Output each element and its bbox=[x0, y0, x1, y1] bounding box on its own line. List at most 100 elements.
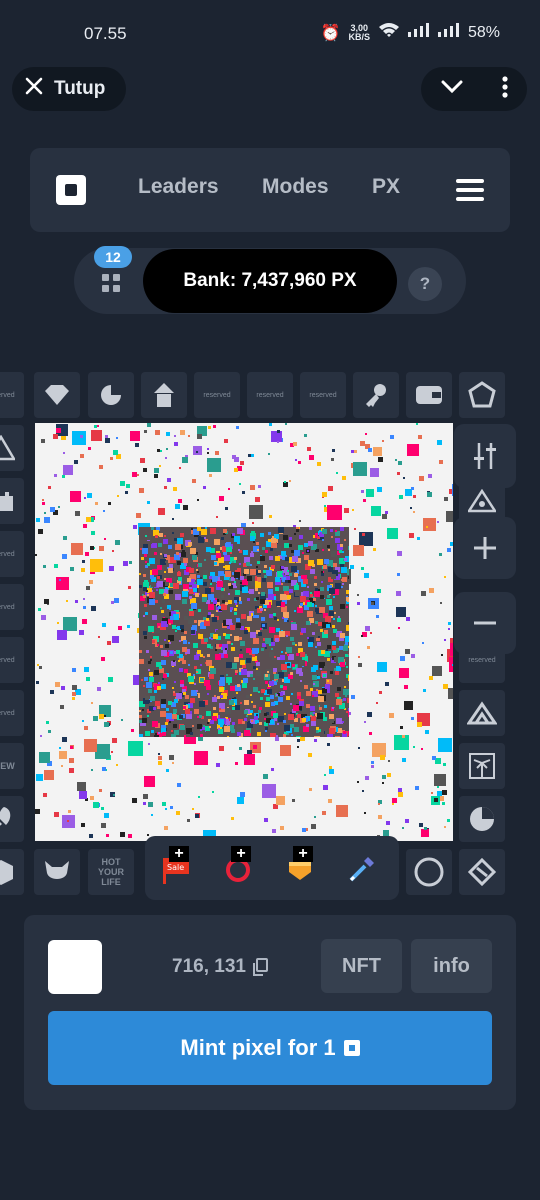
nav-leaders[interactable]: Leaders bbox=[138, 175, 219, 199]
pixel-canvas[interactable] bbox=[35, 423, 453, 841]
close-button[interactable]: Tutup bbox=[12, 67, 126, 111]
canvas-pixel bbox=[149, 672, 153, 676]
canvas-pixel bbox=[192, 479, 196, 483]
add-badge[interactable]: + bbox=[169, 846, 189, 862]
rocket-icon[interactable] bbox=[0, 796, 24, 842]
canvas-pixel bbox=[419, 823, 423, 827]
canvas-pixel bbox=[200, 664, 202, 666]
canvas-pixel bbox=[314, 576, 317, 579]
ring-tool[interactable]: + bbox=[223, 846, 253, 882]
canvas-pixel bbox=[378, 803, 380, 805]
canvas-pixel bbox=[241, 669, 247, 675]
diamond-icon[interactable] bbox=[34, 372, 80, 418]
mint-pixel-button[interactable]: Mint pixel for 1 bbox=[48, 1011, 492, 1085]
canvas-pixel bbox=[322, 492, 327, 497]
polyhedron-icon[interactable] bbox=[459, 372, 505, 418]
tile-reserved[interactable]: reserved bbox=[0, 637, 24, 683]
help-button[interactable]: ? bbox=[408, 267, 442, 301]
canvas-pixel bbox=[206, 547, 211, 552]
canvas-pixel bbox=[440, 602, 442, 604]
pixel-coordinates[interactable]: 716, 131 bbox=[172, 956, 268, 978]
canvas-pixel bbox=[256, 662, 260, 666]
canvas-pixel bbox=[324, 559, 329, 564]
add-badge[interactable]: + bbox=[293, 846, 313, 862]
palm-tree-icon[interactable] bbox=[459, 743, 505, 789]
warning-icon[interactable] bbox=[0, 425, 24, 471]
canvas-pixel bbox=[44, 770, 54, 780]
circle-outline-icon[interactable] bbox=[406, 849, 452, 895]
eyedropper-tool[interactable] bbox=[347, 852, 377, 882]
wallet-icon[interactable] bbox=[406, 372, 452, 418]
canvas-pixel bbox=[271, 648, 273, 650]
canvas-pixel bbox=[320, 595, 324, 599]
canvas-pixel bbox=[203, 486, 206, 489]
tile-reserved[interactable]: reserved bbox=[300, 372, 346, 418]
canvas-pixel bbox=[216, 763, 220, 767]
zoom-in-button[interactable] bbox=[454, 517, 516, 579]
canvas-pixel bbox=[176, 811, 180, 815]
nft-button[interactable]: NFT bbox=[321, 939, 402, 993]
grid-icon[interactable] bbox=[102, 274, 120, 292]
tile-hot-your-life[interactable]: HOT YOUR LIFE bbox=[88, 849, 134, 895]
canvas-pixel bbox=[405, 819, 409, 823]
adjust-button[interactable] bbox=[454, 424, 516, 488]
canvas-pixel bbox=[280, 685, 283, 688]
shield-tool[interactable]: + bbox=[285, 846, 315, 882]
mountain-icon[interactable] bbox=[459, 690, 505, 736]
dog-icon[interactable] bbox=[34, 849, 80, 895]
canvas-pixel bbox=[274, 674, 279, 679]
canvas-pixel bbox=[63, 452, 65, 454]
tile-reserved[interactable]: reserved bbox=[0, 584, 24, 630]
sale-flag-tool[interactable]: + Sale bbox=[161, 846, 191, 884]
canvas-pixel bbox=[448, 688, 453, 699]
info-button[interactable]: info bbox=[411, 939, 492, 993]
canvas-pixel bbox=[155, 535, 158, 538]
canvas-pixel bbox=[291, 566, 297, 572]
canvas-pixel bbox=[117, 495, 119, 497]
tile-reserved[interactable]: reserved bbox=[0, 531, 24, 577]
hacker-icon[interactable] bbox=[141, 372, 187, 418]
canvas-pixel bbox=[250, 569, 256, 575]
add-badge[interactable]: + bbox=[231, 846, 251, 862]
canvas-pixel bbox=[48, 730, 51, 733]
canvas-pixel bbox=[148, 661, 151, 664]
canvas-pixel bbox=[194, 683, 196, 685]
canvas-pixel bbox=[234, 612, 237, 615]
s-logo-icon[interactable] bbox=[459, 849, 505, 895]
canvas-pixel bbox=[398, 461, 402, 465]
tile-crew[interactable]: CREW bbox=[0, 743, 24, 789]
nav-px[interactable]: PX bbox=[372, 175, 400, 199]
tile-reserved[interactable]: reserved bbox=[194, 372, 240, 418]
canvas-pixel bbox=[269, 614, 273, 618]
zoom-out-button[interactable] bbox=[454, 592, 516, 654]
key-icon[interactable] bbox=[353, 372, 399, 418]
cube-icon[interactable] bbox=[0, 849, 24, 895]
tile-reserved[interactable]: reserved bbox=[247, 372, 293, 418]
canvas-pixel bbox=[351, 450, 354, 453]
color-swatch[interactable] bbox=[48, 940, 102, 994]
leaf-logo-icon[interactable] bbox=[88, 372, 134, 418]
canvas-pixel bbox=[172, 687, 174, 689]
canvas-pixel bbox=[270, 733, 276, 739]
more-vertical-icon[interactable] bbox=[501, 75, 508, 103]
canvas-pixel bbox=[370, 468, 379, 477]
castle-icon[interactable] bbox=[0, 478, 24, 524]
logo-icon[interactable] bbox=[56, 175, 86, 205]
canvas-pixel bbox=[335, 538, 340, 543]
canvas-pixel bbox=[429, 676, 433, 680]
canvas-pixel bbox=[183, 505, 188, 510]
moon-face-icon[interactable] bbox=[459, 796, 505, 842]
canvas-pixel bbox=[357, 781, 359, 783]
canvas-pixel bbox=[438, 738, 452, 752]
hamburger-icon[interactable] bbox=[456, 179, 484, 201]
tile-reserved[interactable]: reserved bbox=[0, 690, 24, 736]
tile-reserved[interactable]: reserved bbox=[0, 372, 24, 418]
chevron-down-icon[interactable] bbox=[441, 80, 463, 99]
nav-modes[interactable]: Modes bbox=[262, 175, 329, 199]
canvas-pixel bbox=[144, 554, 147, 557]
canvas-pixel bbox=[251, 701, 253, 703]
canvas-pixel bbox=[161, 610, 164, 613]
canvas-pixel bbox=[250, 632, 256, 638]
bank-balance[interactable]: Bank: 7,437,960 PX bbox=[143, 249, 397, 313]
canvas-pixel bbox=[192, 725, 194, 727]
